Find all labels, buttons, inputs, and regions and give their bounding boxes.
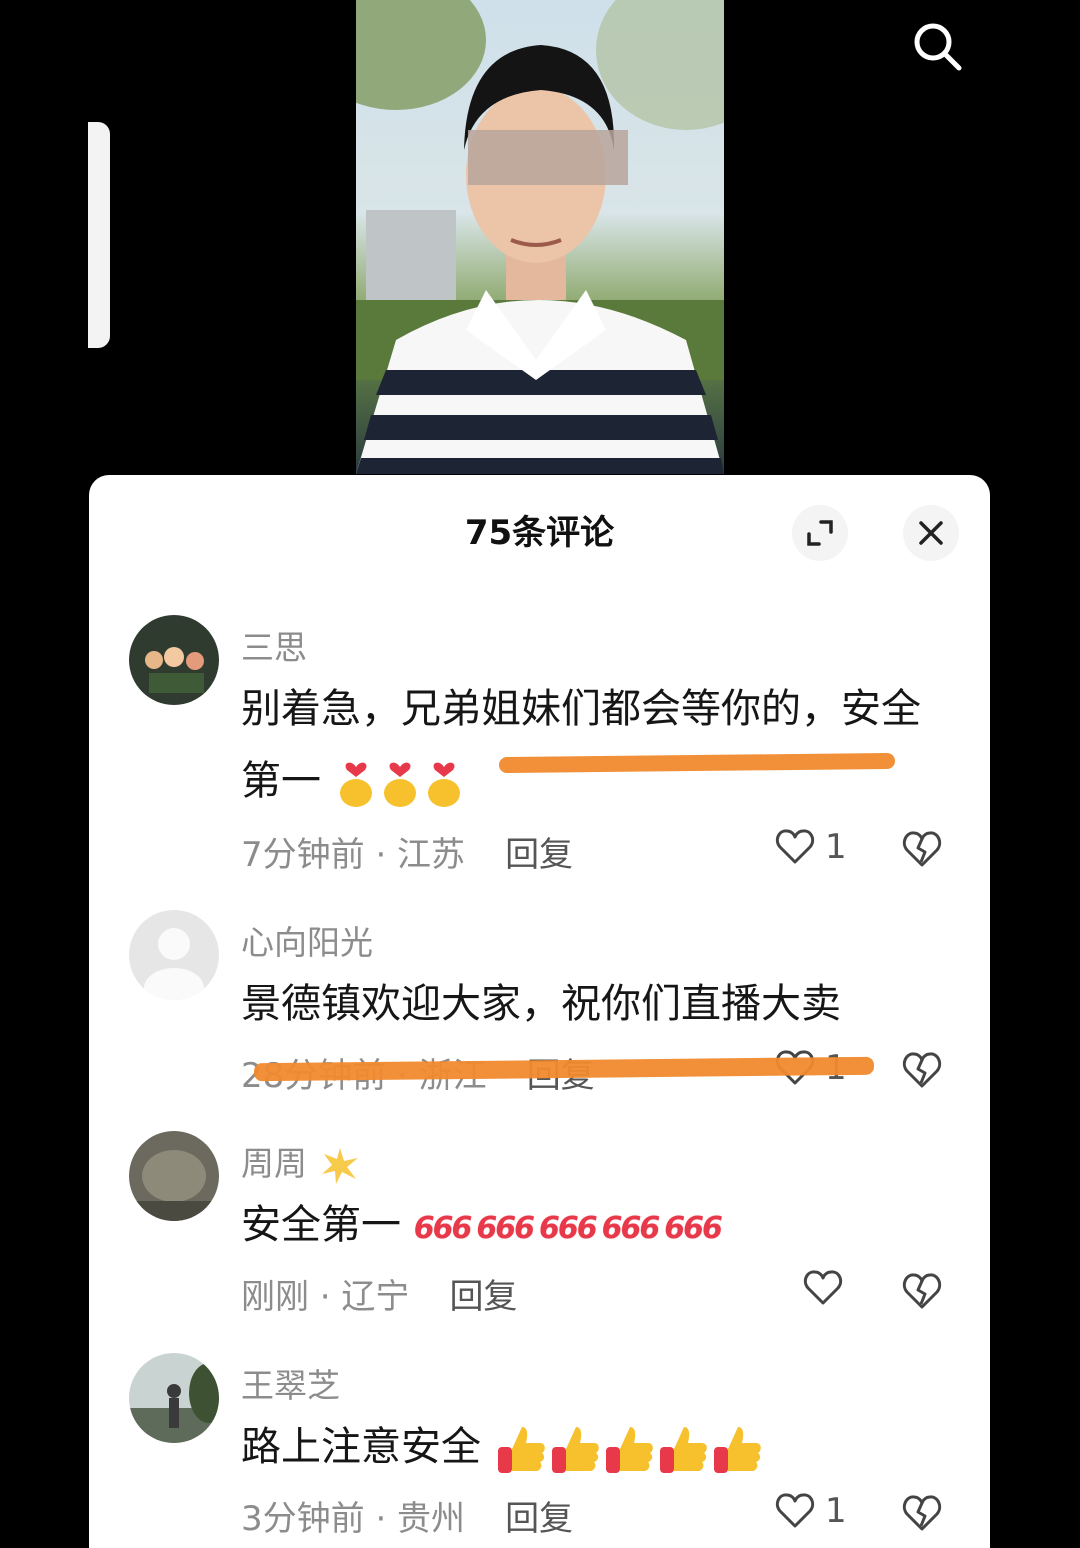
avatar[interactable] — [129, 615, 219, 705]
thumbs-up-emoji — [551, 1427, 599, 1473]
expand-button[interactable] — [792, 505, 848, 561]
search-button[interactable] — [905, 14, 969, 78]
like-count: 1 — [825, 827, 847, 867]
comment-meta: 3分钟前 · 贵州 回复 — [241, 1491, 573, 1540]
broken-heart-icon — [902, 831, 942, 867]
thumbs-up-emoji — [713, 1427, 761, 1473]
video-person-image — [356, 0, 724, 474]
avatar[interactable] — [129, 1131, 219, 1221]
side-panel-tab[interactable] — [88, 122, 110, 348]
comment-text: 景德镇欢迎大家，祝你们直播大卖 — [241, 968, 941, 1040]
emoji-666: 666 — [664, 1211, 723, 1246]
comment-body: 路上注意安全 — [241, 1424, 481, 1470]
emoji-666: 666 — [601, 1211, 661, 1246]
reply-button[interactable]: 回复 — [505, 1499, 573, 1539]
comment-time-location: 刚刚 · 辽宁 — [241, 1277, 410, 1317]
video-player[interactable] — [0, 0, 1080, 480]
comments-title: 75条评论 — [464, 513, 615, 553]
comment-username[interactable]: 三思 — [241, 621, 307, 669]
broken-heart-icon — [902, 1495, 942, 1531]
like-button[interactable]: 1 — [775, 827, 847, 867]
comment-meta: 刚刚 · 辽宁 回复 — [241, 1269, 517, 1318]
comment-time-location: 7分钟前 · 江苏 — [241, 835, 466, 875]
comment-body: 景德镇欢迎大家，祝你们直播大卖 — [241, 981, 841, 1027]
expand-icon — [807, 520, 833, 546]
close-button[interactable] — [903, 505, 959, 561]
broken-heart-icon — [902, 1273, 942, 1309]
comment-text: 别着急，兄弟姐妹们都会等你的，安全第一 — [241, 673, 941, 817]
avatar[interactable] — [129, 910, 219, 1000]
like-button[interactable]: 1 — [775, 1491, 847, 1531]
avatar-image — [129, 615, 219, 705]
dislike-button[interactable] — [901, 1271, 943, 1315]
comment-item: 王翠芝 路上注意安全 3分钟前 · 贵州 回复 1 — [89, 1353, 990, 1543]
heart-icon — [775, 829, 815, 864]
dislike-button[interactable] — [901, 829, 943, 873]
comment-text: 安全第一 666 666 666 666 666 — [241, 1189, 941, 1265]
heart-icon — [775, 1493, 815, 1528]
comment-item: 周周 安全第一 666 666 666 666 666 刚刚 · 辽宁 回复 — [89, 1131, 990, 1321]
comments-sheet: 75条评论 三思 别着急，兄弟姐妹们都会等你的，安全第一 7分钟前 · 江苏 回… — [89, 475, 990, 1548]
comment-meta: 7分钟前 · 江苏 回复 — [241, 827, 573, 876]
comment-item: 心向阳光 景德镇欢迎大家，祝你们直播大卖 28分钟前 · 浙江回复 1 — [89, 910, 990, 1096]
sparkle-emoji — [321, 1147, 358, 1184]
heart-hands-emoji — [339, 762, 372, 807]
default-avatar-icon — [129, 910, 219, 1000]
comment-username[interactable]: 王翠芝 — [241, 1359, 340, 1407]
comment-username[interactable]: 心向阳光 — [241, 916, 373, 964]
comment-text: 路上注意安全 — [241, 1411, 941, 1483]
comment-username-text: 周周 — [241, 1144, 307, 1183]
heart-icon — [803, 1270, 843, 1305]
close-icon — [919, 521, 943, 545]
broken-heart-icon — [902, 1052, 942, 1088]
comment-item: 三思 别着急，兄弟姐妹们都会等你的，安全第一 7分钟前 · 江苏 回复 1 — [89, 615, 990, 885]
comment-body: 安全第一 — [241, 1202, 401, 1248]
reply-button[interactable]: 回复 — [505, 835, 573, 875]
video-frame[interactable] — [356, 0, 724, 474]
comment-time-location: 3分钟前 · 贵州 — [241, 1499, 466, 1539]
like-count: 1 — [825, 1491, 847, 1531]
avatar[interactable] — [129, 1353, 219, 1443]
dislike-button[interactable] — [901, 1050, 943, 1094]
thumbs-up-emoji — [659, 1427, 707, 1473]
avatar-image — [129, 1353, 219, 1443]
thumbs-up-emoji — [497, 1427, 545, 1473]
heart-hands-emoji — [383, 762, 416, 807]
avatar-image — [129, 1131, 219, 1221]
reply-button[interactable]: 回复 — [449, 1277, 517, 1317]
search-icon — [914, 23, 962, 71]
thumbs-up-emoji — [605, 1427, 653, 1473]
comment-username[interactable]: 周周 — [241, 1137, 362, 1186]
like-button[interactable] — [803, 1269, 843, 1307]
emoji-666: 666 — [476, 1211, 535, 1246]
heart-hands-emoji-group — [334, 758, 466, 807]
emoji-666: 666 — [538, 1211, 598, 1246]
thumbs-up-emoji-group — [494, 1424, 764, 1473]
dislike-button[interactable] — [901, 1493, 943, 1537]
heart-hands-emoji — [427, 762, 460, 807]
emoji-666-group: 666 666 666 666 666 — [413, 1211, 723, 1246]
emoji-666: 666 — [413, 1211, 473, 1246]
